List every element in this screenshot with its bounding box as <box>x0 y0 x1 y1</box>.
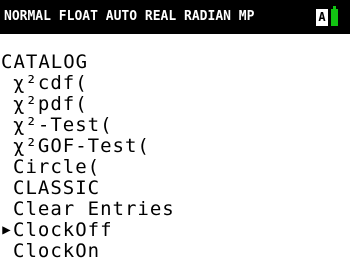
catalog-item-circle[interactable]: Circle( <box>1 157 175 178</box>
catalog-item-label: ClockOn <box>13 240 101 262</box>
catalog-item-chi2-test[interactable]: χ²-Test( <box>1 115 175 136</box>
calculator-screen: NORMAL FLOAT AUTO REAL RADIAN MP A CATAL… <box>0 0 350 263</box>
catalog-item-label: χ²-Test( <box>13 114 113 136</box>
catalog-item-label: Clear Entries <box>13 198 175 220</box>
battery-icon <box>331 6 338 26</box>
catalog-menu: CATALOG χ²cdf( χ²pdf( χ²-Test( χ²GOF-Tes… <box>1 52 175 262</box>
alpha-indicator: A <box>316 9 328 26</box>
mode-status-text: NORMAL FLOAT AUTO REAL RADIAN MP <box>4 9 255 24</box>
catalog-item-label: χ²GOF-Test( <box>13 135 150 157</box>
catalog-item-label: CLASSIC <box>13 177 101 199</box>
catalog-item-label: χ²pdf( <box>13 93 88 115</box>
catalog-item-chi2gof-test[interactable]: χ²GOF-Test( <box>1 136 175 157</box>
catalog-item-label: χ²cdf( <box>13 72 88 94</box>
catalog-item-classic[interactable]: CLASSIC <box>1 178 175 199</box>
catalog-item-clear-entries[interactable]: Clear Entries <box>1 199 175 220</box>
catalog-item-clockoff[interactable]: ▶ ClockOff <box>1 220 175 241</box>
status-bar: NORMAL FLOAT AUTO REAL RADIAN MP A <box>0 0 350 34</box>
catalog-item-label: ClockOff <box>13 219 113 241</box>
catalog-item-clockon[interactable]: ClockOn <box>1 241 175 262</box>
catalog-item-chi2cdf[interactable]: χ²cdf( <box>1 73 175 94</box>
catalog-item-label: Circle( <box>13 156 101 178</box>
catalog-item-chi2pdf[interactable]: χ²pdf( <box>1 94 175 115</box>
selection-cursor-icon: ▶ <box>2 222 12 238</box>
menu-title: CATALOG <box>1 51 89 73</box>
